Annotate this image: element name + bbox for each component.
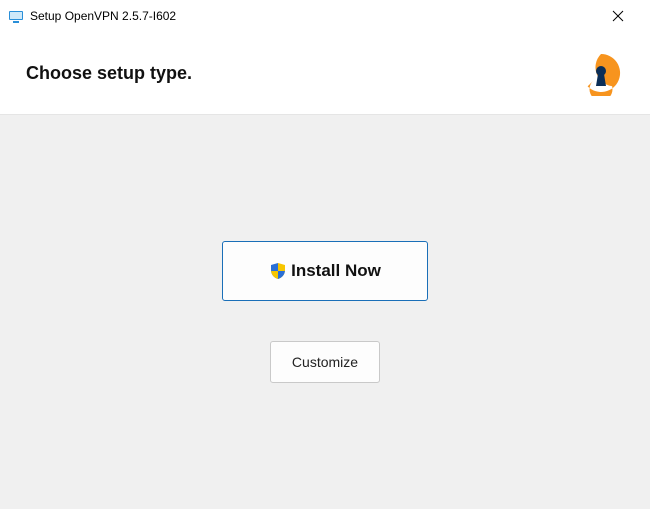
installer-icon	[8, 8, 24, 24]
install-now-button[interactable]: Install Now	[222, 241, 428, 301]
customize-label: Customize	[292, 354, 358, 370]
content-area: Install Now Customize	[0, 115, 650, 509]
openvpn-logo-icon	[578, 50, 624, 96]
customize-button[interactable]: Customize	[270, 341, 380, 383]
install-now-label: Install Now	[291, 261, 381, 281]
close-icon	[612, 10, 624, 22]
header: Choose setup type.	[0, 32, 650, 115]
window-title: Setup OpenVPN 2.5.7-I602	[30, 9, 176, 23]
uac-shield-icon	[269, 262, 287, 280]
close-button[interactable]	[595, 0, 640, 32]
titlebar: Setup OpenVPN 2.5.7-I602	[0, 0, 650, 32]
page-title: Choose setup type.	[26, 63, 192, 84]
